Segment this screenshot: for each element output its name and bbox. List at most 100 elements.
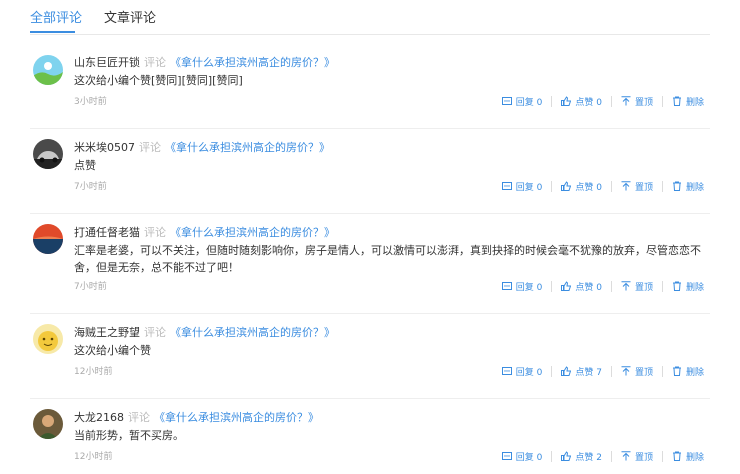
comment-text: 这次给小编个赞 bbox=[74, 344, 151, 357]
pin-top-button[interactable]: 置顶 bbox=[621, 280, 653, 293]
comment-verb: 评论 bbox=[144, 226, 166, 239]
like-button[interactable]: 点赞 2 bbox=[561, 450, 602, 463]
delete-button[interactable]: 删除 bbox=[672, 180, 704, 193]
action-separator bbox=[610, 365, 612, 377]
username[interactable]: 山东巨匠开锁 bbox=[74, 56, 140, 69]
like-label: 点赞 0 bbox=[575, 97, 602, 108]
comment-actions: 回复 0 点赞 0 置顶 删除 bbox=[501, 179, 704, 193]
trash-icon bbox=[672, 181, 681, 191]
pin-top-label: 置顶 bbox=[634, 182, 653, 193]
car-avatar-icon[interactable] bbox=[33, 139, 63, 169]
comment-item: 海贼王之野望 评论 《拿什么承担滨州高企的房价？》 这次给小编个赞 12小时前 回复… bbox=[30, 314, 710, 399]
delete-label: 删除 bbox=[685, 367, 704, 378]
reply-icon bbox=[501, 282, 512, 290]
comment-actions: 回复 0 点赞 0 置顶 删除 bbox=[501, 94, 704, 108]
pin-top-icon bbox=[621, 181, 631, 191]
photo-avatar-icon[interactable] bbox=[33, 409, 63, 439]
username[interactable]: 海贼王之野望 bbox=[74, 326, 140, 339]
pin-top-label: 置顶 bbox=[634, 282, 653, 293]
action-separator bbox=[551, 450, 553, 462]
landscape-avatar-icon[interactable] bbox=[33, 55, 63, 85]
action-separator bbox=[661, 95, 663, 107]
reply-label: 回复 0 bbox=[515, 452, 543, 463]
comment-text: 汇率是老婆，可以不关注，但随时随刻影响你，房子是情人，可以激情可以澎湃，真到抉择… bbox=[74, 244, 701, 274]
trash-icon bbox=[672, 281, 681, 291]
action-separator bbox=[661, 280, 663, 292]
comment-text: 点赞 bbox=[74, 159, 96, 172]
comment-meta: 山东巨匠开锁 评论 《拿什么承担滨州高企的房价？》 bbox=[74, 56, 335, 70]
pin-top-button[interactable]: 置顶 bbox=[621, 365, 653, 378]
comment-item: 山东巨匠开锁 评论 《拿什么承担滨州高企的房价？》 这次给小编个赞[赞同][赞同][… bbox=[30, 35, 710, 129]
reply-icon bbox=[501, 452, 512, 460]
delete-button[interactable]: 删除 bbox=[672, 95, 704, 108]
reply-button[interactable]: 回复 0 bbox=[501, 95, 543, 108]
like-button[interactable]: 点赞 0 bbox=[561, 95, 602, 108]
cartoon-avatar-icon[interactable] bbox=[33, 324, 63, 354]
delete-button[interactable]: 删除 bbox=[672, 450, 704, 463]
like-button[interactable]: 点赞 0 bbox=[561, 280, 602, 293]
comment-verb: 评论 bbox=[128, 411, 150, 424]
action-separator bbox=[661, 180, 663, 192]
article-link[interactable]: 《拿什么承担滨州高企的房价？》 bbox=[165, 141, 330, 154]
pin-top-button[interactable]: 置顶 bbox=[621, 180, 653, 193]
comment-item: 打通任督老猫 评论 《拿什么承担滨州高企的房价？》 汇率是老婆，可以不关注，但随时随… bbox=[30, 214, 710, 314]
comment-item: 米米埃0507 评论 《拿什么承担滨州高企的房价？》 点赞 7小时前 回复 0 点赞… bbox=[30, 129, 710, 214]
reply-label: 回复 0 bbox=[515, 367, 543, 378]
comment-meta: 大龙2168 评论 《拿什么承担滨州高企的房价？》 bbox=[74, 411, 319, 425]
thumbs-up-icon bbox=[561, 451, 572, 461]
like-button[interactable]: 点赞 0 bbox=[561, 180, 602, 193]
reply-button[interactable]: 回复 0 bbox=[501, 365, 543, 378]
delete-label: 删除 bbox=[685, 282, 704, 293]
thumbs-up-icon bbox=[561, 281, 572, 291]
pin-top-icon bbox=[621, 96, 631, 106]
pin-top-label: 置顶 bbox=[634, 367, 653, 378]
thumbs-up-icon bbox=[561, 96, 572, 106]
reply-icon bbox=[501, 367, 512, 375]
tab-article-comments[interactable]: 文章评论 bbox=[104, 10, 156, 28]
username[interactable]: 打通任督老猫 bbox=[74, 226, 140, 239]
pin-top-label: 置顶 bbox=[634, 97, 653, 108]
reply-icon bbox=[501, 97, 512, 105]
reply-button[interactable]: 回复 0 bbox=[501, 180, 542, 193]
article-link[interactable]: 《拿什么承担滨州高企的房价？》 bbox=[170, 56, 335, 69]
delete-label: 删除 bbox=[685, 452, 704, 463]
article-link[interactable]: 《拿什么承担滨州高企的房价？》 bbox=[154, 411, 319, 424]
pin-top-icon bbox=[621, 451, 631, 461]
sunset-avatar-icon[interactable] bbox=[33, 224, 63, 254]
reply-button[interactable]: 回复 0 bbox=[501, 450, 543, 463]
article-link[interactable]: 《拿什么承担滨州高企的房价？》 bbox=[170, 326, 335, 339]
pin-top-button[interactable]: 置顶 bbox=[621, 95, 653, 108]
pin-top-icon bbox=[621, 366, 631, 376]
delete-label: 删除 bbox=[685, 182, 704, 193]
username[interactable]: 大龙2168 bbox=[74, 411, 124, 424]
trash-icon bbox=[672, 96, 681, 106]
trash-icon bbox=[672, 451, 681, 461]
comment-actions: 回复 0 点赞 0 置顶 删除 bbox=[501, 279, 704, 293]
delete-button[interactable]: 删除 bbox=[672, 280, 704, 293]
comment-verb: 评论 bbox=[144, 56, 166, 69]
reply-button[interactable]: 回复 0 bbox=[501, 280, 542, 293]
username[interactable]: 米米埃0507 bbox=[74, 141, 135, 154]
pin-top-button[interactable]: 置顶 bbox=[621, 450, 653, 463]
like-button[interactable]: 点赞 7 bbox=[561, 365, 602, 378]
action-separator bbox=[661, 450, 663, 462]
comment-actions: 回复 0 点赞 2 置顶 删除 bbox=[501, 449, 704, 463]
reply-label: 回复 0 bbox=[515, 97, 543, 108]
comment-time: 3小时前 bbox=[74, 97, 107, 107]
action-separator bbox=[551, 280, 553, 292]
pin-top-icon bbox=[621, 281, 631, 291]
comment-text: 这次给小编个赞[赞同][赞同][赞同] bbox=[74, 74, 243, 87]
comment-time: 12小时前 bbox=[74, 452, 113, 462]
thumbs-up-icon bbox=[561, 181, 572, 191]
comment-time: 7小时前 bbox=[74, 282, 107, 292]
delete-button[interactable]: 删除 bbox=[672, 365, 704, 378]
comment-actions: 回复 0 点赞 7 置顶 删除 bbox=[501, 364, 704, 378]
like-label: 点赞 2 bbox=[575, 452, 602, 463]
action-separator bbox=[661, 365, 663, 377]
like-label: 点赞 0 bbox=[575, 182, 602, 193]
comment-meta: 打通任督老猫 评论 《拿什么承担滨州高企的房价？》 bbox=[74, 226, 335, 240]
comment-time: 12小时前 bbox=[74, 367, 113, 377]
article-link[interactable]: 《拿什么承担滨州高企的房价？》 bbox=[170, 226, 335, 239]
action-separator bbox=[610, 280, 612, 292]
tab-all-comments[interactable]: 全部评论 bbox=[30, 10, 82, 28]
